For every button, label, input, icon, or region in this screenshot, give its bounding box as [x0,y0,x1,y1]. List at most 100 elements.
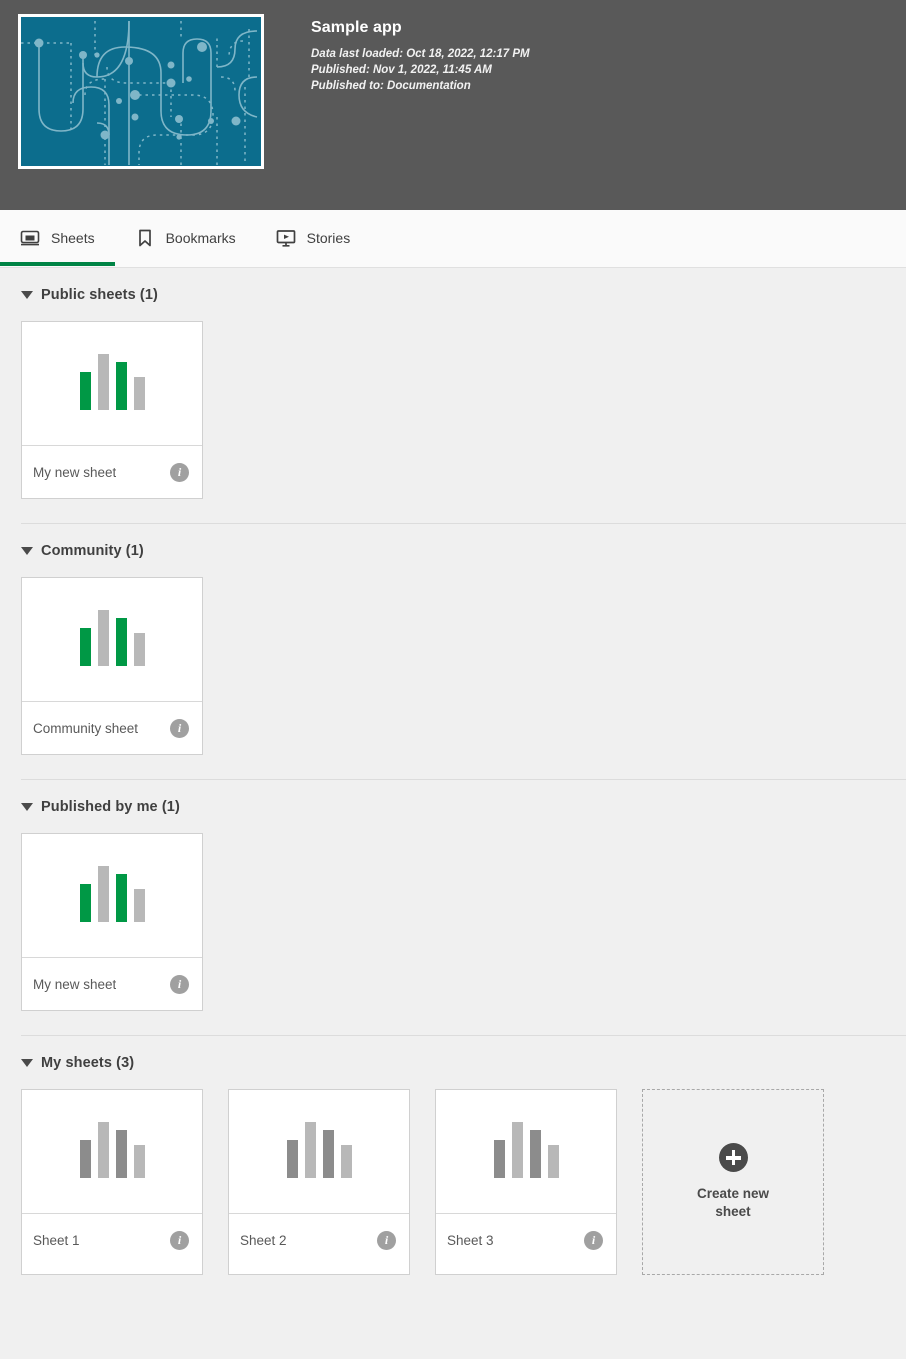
chart-bar [115,1130,127,1178]
sheets-content: Public sheets (1) My new sheet i Community … [0,268,906,1299]
section-title: Community (1) [41,543,144,559]
info-icon[interactable]: i [170,1230,189,1250]
chart-bar [115,874,127,922]
sheet-thumbnail [22,322,202,446]
sheets-icon [20,228,40,248]
section-header[interactable]: Community (1) [0,524,906,577]
sheet-card-footer: Sheet 2 i [229,1214,409,1266]
sheet-card-list: My new sheet i [0,833,906,1035]
sheet-card[interactable]: Sheet 1 i [21,1089,203,1275]
tab-stories[interactable]: Stories [256,210,371,266]
sheet-title: Sheet 3 [447,1232,494,1248]
sheet-card-footer: Sheet 3 i [436,1214,616,1266]
info-icon[interactable]: i [170,718,189,738]
sheet-title: Sheet 1 [33,1232,80,1248]
chevron-down-icon[interactable] [21,803,33,811]
chart-bar [133,377,145,410]
sheet-card[interactable]: Community sheet i [21,577,203,755]
chevron-down-icon[interactable] [21,1059,33,1067]
sheet-thumbnail [22,834,202,958]
sheet-section: My sheets (3) Sheet 1 i Sheet 2 i Sheet 3 i Cre… [0,1035,906,1299]
sheet-card-footer: Community sheet i [22,702,202,754]
chart-bar [97,1122,109,1178]
chart-bar [322,1130,334,1178]
sheet-card[interactable]: Sheet 3 i [435,1089,617,1275]
sheet-card-footer: Sheet 1 i [22,1214,202,1266]
app-thumbnail-artwork [21,20,258,165]
info-icon[interactable]: i [584,1230,603,1250]
sheet-thumbnail [436,1090,616,1214]
section-title: Published by me (1) [41,799,180,815]
create-new-sheet-button[interactable]: Create new sheet [642,1089,824,1275]
chevron-down-icon[interactable] [21,291,33,299]
chart-bar [97,354,109,410]
sheet-card-list: My new sheet i [0,321,906,523]
section-title: My sheets (3) [41,1055,135,1071]
sheet-card[interactable]: My new sheet i [21,833,203,1011]
chart-bar [133,1145,145,1178]
chart-bar [304,1122,316,1178]
sheet-section: Community (1) Community sheet i [0,523,906,779]
bar-chart-preview [286,1122,352,1178]
app-title: Sample app [311,19,402,36]
info-icon[interactable]: i [170,974,189,994]
chart-bar [340,1145,352,1178]
chart-bar [79,372,91,410]
chart-bar [286,1140,298,1178]
chart-bar [97,610,109,666]
app-header: Sample app Data last loaded: Oct 18, 202… [0,0,906,210]
section-header[interactable]: Published by me (1) [0,780,906,833]
chart-bar [79,628,91,666]
published-text: Published: Nov 1, 2022, 11:45 AM [311,64,492,76]
chart-bar [133,633,145,666]
tab-stories-label: Stories [306,230,351,246]
chart-bar [115,362,127,410]
tab-bookmarks[interactable]: Bookmarks [115,210,256,266]
published-to-text: Published to: Documentation [311,80,471,92]
sheet-title: Sheet 2 [240,1232,287,1248]
bar-chart-preview [79,354,145,410]
bar-chart-preview [79,866,145,922]
app-metadata: Sample app Data last loaded: Oct 18, 202… [311,14,530,94]
sheet-card[interactable]: My new sheet i [21,321,203,499]
sheet-card[interactable]: Sheet 2 i [228,1089,410,1275]
sheet-section: Public sheets (1) My new sheet i [0,268,906,523]
chart-bar [511,1122,523,1178]
info-icon[interactable]: i [170,462,189,482]
sheet-title: My new sheet [33,464,117,480]
chart-bar [547,1145,559,1178]
chart-bar [115,618,127,666]
tab-bar: Sheets Bookmarks Stories [0,210,906,268]
sheet-card-footer: My new sheet i [22,958,202,1010]
bar-chart-preview [493,1122,559,1178]
chart-bar [493,1140,505,1178]
chart-bar [79,1140,91,1178]
plus-icon [718,1143,748,1172]
sheet-thumbnail [22,578,202,702]
bar-chart-preview [79,1122,145,1178]
bookmark-icon [135,228,155,248]
sheet-thumbnail [229,1090,409,1214]
chart-bar [79,884,91,922]
sheet-card-list: Community sheet i [0,577,906,779]
info-icon[interactable]: i [377,1230,396,1250]
section-header[interactable]: My sheets (3) [0,1036,906,1089]
section-title: Public sheets (1) [41,287,158,303]
stories-icon [276,228,296,248]
chart-bar [133,889,145,922]
create-new-sheet-label: Create new sheet [696,1186,770,1219]
sheet-card-footer: My new sheet i [22,446,202,498]
sheet-thumbnail [22,1090,202,1214]
sheet-section: Published by me (1) My new sheet i [0,779,906,1035]
bar-chart-preview [79,610,145,666]
tab-sheets[interactable]: Sheets [0,210,115,266]
sheet-card-list: Sheet 1 i Sheet 2 i Sheet 3 i Create new sheet [0,1089,906,1299]
section-header[interactable]: Public sheets (1) [0,268,906,321]
sheet-title: Community sheet [33,720,139,736]
app-thumbnail[interactable] [18,14,264,169]
chart-bar [529,1130,541,1178]
chart-bar [97,866,109,922]
chevron-down-icon[interactable] [21,547,33,555]
sheet-title: My new sheet [33,976,117,992]
data-last-loaded-text: Data last loaded: Oct 18, 2022, 12:17 PM [311,48,530,60]
